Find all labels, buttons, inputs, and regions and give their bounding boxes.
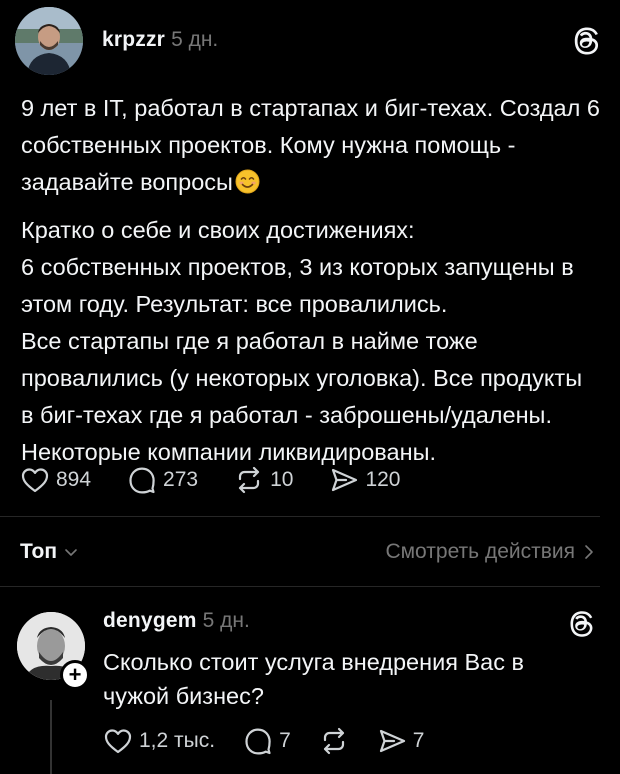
post-divider [0,516,600,517]
chevron-down-icon [65,549,77,556]
reply-body: Сколько стоит услуга внедрения Вас в чуж… [103,649,524,709]
repost-count: 10 [270,468,294,491]
threads-logo-icon[interactable] [570,24,604,58]
reply-comment-count: 7 [279,729,291,752]
share-send-icon [379,729,405,753]
repost-icon [323,727,344,755]
share-button[interactable]: 120 [329,465,401,495]
comment-bubble-icon [129,467,155,494]
post-paragraph-1: 9 лет в IT, работал в стартапах и биг-те… [21,90,601,201]
comment-count: 273 [163,468,199,491]
reply-time: 5 дн. [202,609,250,632]
post-actions: 894 273 10 120 [20,462,437,498]
reply-share-button[interactable]: 7 [377,726,425,756]
comment-button[interactable]: 273 [127,465,198,495]
post-paragraph-2: Кратко о себе и своих достижениях: 6 соб… [21,217,583,465]
reply-repost-button[interactable] [319,726,349,756]
thread-line [50,700,52,774]
heart-icon [21,468,49,493]
reply-share-count: 7 [412,729,425,752]
post-time: 5 дн. [171,28,219,51]
reply-like-button[interactable]: 1,2 тыс. [103,726,215,756]
post-body: 9 лет в IT, работал в стартапах и биг-те… [21,90,601,471]
sort-bar: Топ Смотреть действия [20,535,595,569]
see-activity-link[interactable]: Смотреть действия [385,540,595,564]
see-activity-label: Смотреть действия [385,540,575,563]
sort-label: Топ [20,540,58,563]
post-paragraph-1-text: 9 лет в IT, работал в стартапах и биг-те… [21,95,607,195]
reply-actions: 1,2 тыс. 7 7 [103,724,452,758]
reply-comment-button[interactable]: 7 [243,726,291,756]
share-send-icon [332,468,358,492]
reply-header: denygem 5 дн. [103,609,250,633]
share-count: 120 [365,468,401,491]
follow-plus-icon[interactable]: + [60,660,90,690]
chevron-right-icon [585,545,593,559]
avatar-photo [15,7,83,75]
like-button[interactable]: 894 [20,465,91,495]
smiling-face-emoji-icon [235,169,260,194]
heart-icon [104,729,132,754]
post-header: krpzzr 5 дн. [102,28,218,58]
repost-button[interactable]: 10 [234,465,293,495]
like-count: 894 [56,468,92,491]
threads-logo-icon[interactable] [566,608,598,640]
reply-like-count: 1,2 тыс. [139,729,216,752]
reply-author-username[interactable]: denygem [103,609,197,633]
repost-icon [238,466,260,494]
sort-divider [0,586,600,587]
comment-bubble-icon [245,728,271,755]
author-username[interactable]: krpzzr [102,28,165,52]
author-avatar[interactable] [15,7,83,75]
sort-dropdown[interactable]: Топ [20,540,79,564]
